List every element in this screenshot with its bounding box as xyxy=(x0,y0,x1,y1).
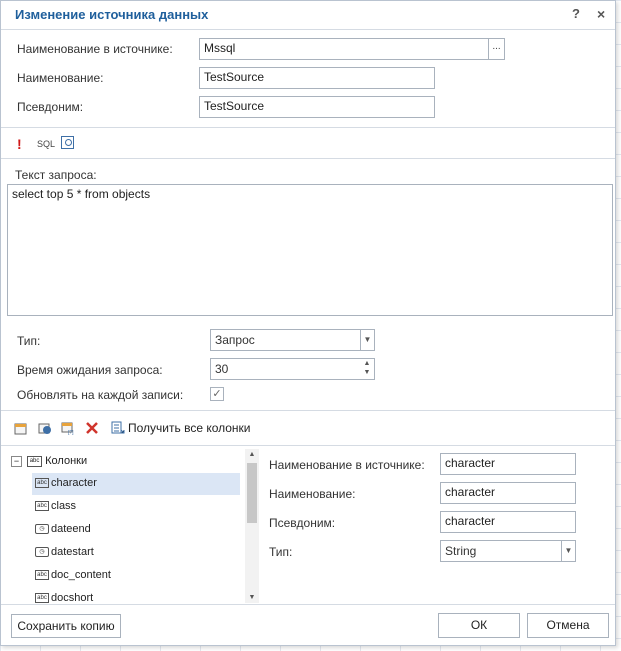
abc-icon: abc xyxy=(35,593,49,603)
name-in-source-field[interactable]: Mssql xyxy=(199,38,489,60)
tree-item-label: character xyxy=(51,477,97,489)
type-select[interactable]: Запрос ▼ xyxy=(210,329,375,351)
spinner-arrows-icon[interactable]: ▲ ▼ xyxy=(360,359,374,379)
divider xyxy=(1,127,615,128)
divider xyxy=(1,158,615,159)
column-type-label: Тип: xyxy=(269,545,293,559)
tree-item-docshort[interactable]: abc docshort xyxy=(32,588,240,603)
tree-item-label: doc_content xyxy=(51,569,111,581)
edit-datasource-dialog: Изменение источника данных ? × Наименова… xyxy=(0,0,616,646)
execute-icon[interactable]: ! xyxy=(17,136,22,152)
alias-field[interactable]: TestSource xyxy=(199,96,435,118)
clock-icon: ◷ xyxy=(35,524,49,534)
tree-item-label: class xyxy=(51,500,77,512)
column-type-select[interactable]: String ▼ xyxy=(440,540,576,562)
column-name-label: Наименование: xyxy=(269,487,356,501)
svg-text:[?]: [?] xyxy=(68,430,74,435)
name-label: Наименование: xyxy=(17,71,104,85)
save-copy-button[interactable]: Сохранить копию xyxy=(11,614,121,638)
sql-button[interactable]: SQL xyxy=(37,139,55,149)
column-alias-field[interactable]: character xyxy=(440,511,576,533)
delete-icon[interactable] xyxy=(85,421,99,435)
tree-root-label: Колонки xyxy=(45,455,88,467)
scrollbar-thumb[interactable] xyxy=(247,463,257,523)
timeout-spinner[interactable]: 30 ▲ ▼ xyxy=(210,358,375,380)
scroll-up-icon[interactable]: ▲ xyxy=(245,451,259,458)
query-label: Текст запроса: xyxy=(15,168,97,182)
abc-icon: abc xyxy=(27,455,43,467)
alias-label: Псевдоним: xyxy=(17,100,84,114)
type-select-value: Запрос xyxy=(215,333,255,347)
tree-item-dateend[interactable]: ◷ dateend xyxy=(32,519,240,541)
get-all-columns-icon[interactable] xyxy=(111,421,125,435)
column-alias-label: Псевдоним: xyxy=(269,516,336,530)
refresh-checkbox[interactable]: ✓ xyxy=(210,387,224,401)
abc-icon: abc xyxy=(35,478,49,488)
tree-item-class[interactable]: abc class xyxy=(32,496,240,518)
column-name-in-source-field[interactable]: character xyxy=(440,453,576,475)
column-name-field[interactable]: character xyxy=(440,482,576,504)
scroll-down-icon[interactable]: ▼ xyxy=(245,594,259,601)
tree-item-character[interactable]: abc character xyxy=(32,473,240,495)
tree-root[interactable]: − abc Колонки xyxy=(11,455,87,467)
refresh-label: Обновлять на каждой записи: xyxy=(17,388,184,402)
browse-button[interactable]: ... xyxy=(488,38,505,60)
divider xyxy=(1,445,615,446)
query-textarea[interactable]: select top 5 * from objects xyxy=(7,184,613,316)
get-all-columns-button[interactable]: Получить все колонки xyxy=(128,421,251,435)
column-type-value: String xyxy=(445,544,477,558)
tree-item-label: docshort xyxy=(51,592,94,603)
name-field[interactable]: TestSource xyxy=(199,67,435,89)
add-column-icon[interactable] xyxy=(14,421,28,435)
tree-item-datestart[interactable]: ◷ datestart xyxy=(32,542,240,564)
column-params-icon[interactable]: [?] xyxy=(61,421,75,435)
divider xyxy=(1,410,615,411)
tree-item-label: datestart xyxy=(51,546,94,558)
columns-tree: − abc Колонки abc character abc class ◷ … xyxy=(7,447,260,603)
cancel-button[interactable]: Отмена xyxy=(527,613,609,638)
tree-scrollbar[interactable]: ▲ ▼ xyxy=(245,449,259,603)
timeout-label: Время ожидания запроса: xyxy=(17,363,163,377)
ok-button[interactable]: ОК xyxy=(438,613,520,638)
abc-icon: abc xyxy=(35,570,49,580)
divider xyxy=(1,604,615,605)
close-icon[interactable]: × xyxy=(597,6,605,22)
dialog-title: Изменение источника данных xyxy=(15,7,209,22)
tree-item-label: dateend xyxy=(51,523,91,535)
name-in-source-label: Наименование в источнике: xyxy=(17,42,173,56)
chevron-down-icon[interactable]: ▼ xyxy=(360,330,374,350)
type-label: Тип: xyxy=(17,334,41,348)
preview-icon[interactable] xyxy=(61,136,74,149)
edit-column-icon[interactable] xyxy=(38,421,52,435)
chevron-down-icon[interactable]: ▼ xyxy=(561,541,575,561)
timeout-value: 30 xyxy=(215,362,229,376)
tree-item-doc-content[interactable]: abc doc_content xyxy=(32,565,240,587)
clock-icon: ◷ xyxy=(35,547,49,557)
abc-icon: abc xyxy=(35,501,49,511)
title-bar: Изменение источника данных ? × xyxy=(1,1,615,30)
collapse-icon[interactable]: − xyxy=(11,455,22,467)
column-name-in-source-label: Наименование в источнике: xyxy=(269,458,425,472)
help-icon[interactable]: ? xyxy=(572,6,580,21)
